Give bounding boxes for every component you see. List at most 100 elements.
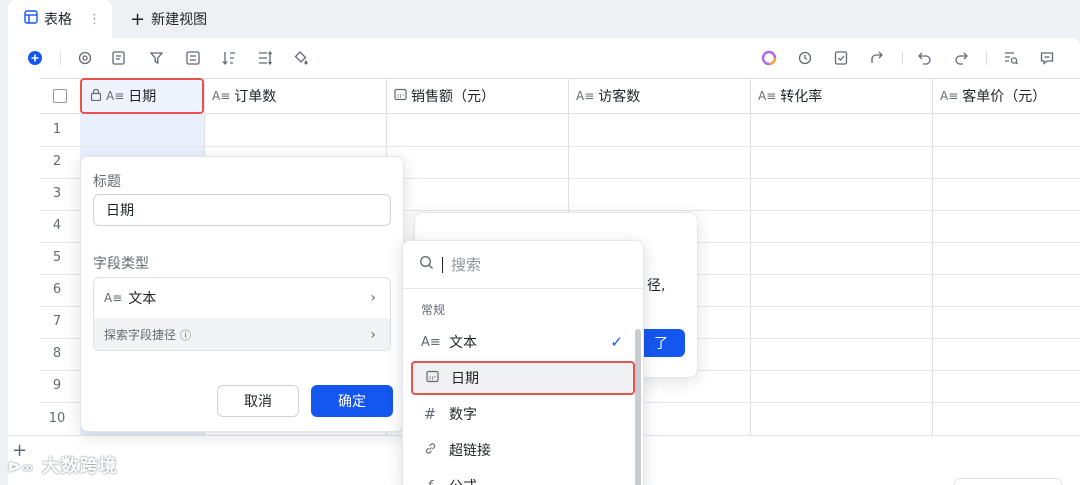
confirm-button[interactable]: 确定 — [311, 385, 393, 417]
column-divider — [932, 78, 933, 435]
field-shortcut-label: 探索字段捷径 — [104, 328, 177, 342]
toolbar-divider — [902, 51, 903, 65]
row-number: 10 — [48, 411, 66, 426]
text-type-icon: A≡ — [106, 89, 125, 103]
number-icon: # — [423, 405, 437, 423]
column-header-label: 客单价（元） — [962, 89, 1047, 105]
type-option-formula[interactable]: ƒ 公式 — [411, 469, 635, 485]
calendar-type-icon — [394, 88, 407, 104]
toolbar-divider — [60, 51, 61, 65]
select-all-checkbox[interactable] — [40, 78, 80, 114]
background-dialog-button[interactable]: 了 — [637, 329, 685, 357]
settings-icon[interactable] — [76, 49, 94, 67]
cancel-button[interactable]: 取消 — [217, 385, 299, 417]
field-type-label: 字段类型 — [93, 256, 149, 272]
new-view-button[interactable]: + 新建视图 — [130, 0, 207, 38]
row-height-icon[interactable] — [256, 49, 274, 67]
watermark-text: 大数跨境 — [41, 456, 118, 477]
group-icon[interactable] — [184, 49, 202, 67]
column-header-visitors[interactable]: A≡ 访客数 — [568, 78, 750, 114]
row-number: 5 — [52, 250, 62, 265]
column-header-label: 销售额（元） — [411, 89, 495, 105]
row-divider — [40, 146, 1080, 147]
checklist-icon[interactable] — [832, 49, 850, 67]
new-view-label: 新建视图 — [151, 12, 208, 28]
type-option-link[interactable]: 超链接 — [411, 433, 635, 467]
tab-more-icon[interactable]: ⋮ — [88, 12, 101, 27]
watermark: ᐅ∞ 大数跨境 — [8, 452, 118, 478]
view-tab-bar: 表格 ⋮ + 新建视图 — [0, 0, 1080, 38]
field-type-current[interactable]: A≡ 文本 › — [94, 278, 390, 318]
link-icon — [421, 442, 439, 459]
column-header-label: 订单数 — [234, 89, 277, 105]
formula-icon: ƒ — [421, 479, 439, 485]
search-icon[interactable] — [1002, 49, 1020, 67]
row-number: 6 — [52, 282, 62, 297]
option-label: 日期 — [451, 371, 479, 387]
toolbar-divider — [986, 51, 987, 65]
type-option-date[interactable]: 日期 — [411, 361, 635, 395]
column-header-avg-price[interactable]: A≡ 客单价（元） — [932, 78, 1080, 114]
text-type-icon: A≡ — [758, 89, 777, 103]
option-label: 数字 — [449, 407, 477, 423]
field-config-icon[interactable] — [110, 49, 128, 67]
column-header-sales[interactable]: 销售额（元） — [386, 78, 568, 114]
search-placeholder: 搜索 — [451, 256, 482, 274]
fill-color-icon[interactable] — [292, 49, 310, 67]
row-number: 4 — [52, 218, 62, 233]
field-title-input[interactable]: 日期 — [93, 194, 391, 226]
title-label: 标题 — [93, 174, 121, 190]
option-label: 超链接 — [449, 443, 491, 459]
check-icon: ✓ — [610, 333, 623, 351]
type-option-text[interactable]: A≡ 文本 ✓ — [411, 325, 635, 359]
column-header-label: 转化率 — [780, 89, 823, 105]
tab-label: 表格 — [44, 12, 72, 28]
column-divider — [750, 78, 751, 435]
search-icon — [419, 255, 434, 274]
add-record-icon[interactable] — [26, 49, 44, 67]
share-icon[interactable] — [868, 49, 886, 67]
tab-table[interactable]: 表格 ⋮ — [8, 0, 112, 38]
column-header-conversion[interactable]: A≡ 转化率 — [750, 78, 932, 114]
redo-icon[interactable] — [952, 49, 970, 67]
field-type-value: 文本 — [128, 291, 157, 307]
row-number: 8 — [52, 346, 62, 361]
column-header-date[interactable]: A≡ 日期 — [80, 78, 204, 114]
column-header-orders[interactable]: A≡ 订单数 — [204, 78, 386, 114]
info-icon: ⓘ — [180, 328, 192, 342]
type-option-number[interactable]: # 数字 — [411, 397, 635, 431]
column-header-label: 访客数 — [598, 89, 641, 105]
filter-icon[interactable] — [148, 49, 166, 67]
type-search-input[interactable]: 搜索 — [403, 241, 643, 289]
footer-control[interactable] — [953, 478, 1063, 485]
plus-icon: + — [130, 8, 146, 30]
text-type-icon: A≡ — [576, 89, 595, 103]
row-number: 1 — [52, 122, 62, 137]
toolbar — [8, 38, 1080, 78]
ai-icon[interactable] — [760, 49, 778, 67]
text-type-icon: A≡ — [104, 291, 123, 305]
text-type-icon: A≡ — [212, 89, 231, 103]
text-type-icon: A≡ — [940, 89, 959, 103]
option-label: 公式 — [449, 476, 477, 485]
row-number: 2 — [52, 154, 62, 169]
field-type-select: A≡ 文本 › 探索字段捷径 ⓘ › — [93, 277, 391, 351]
undo-icon[interactable] — [916, 49, 934, 67]
text-caret — [442, 256, 443, 273]
table-view: A≡ 日期 A≡ 订单数 销售额（元） A≡ 访客数 A≡ 转化率 A≡ 客单价… — [8, 38, 1080, 485]
dropdown-scrollbar[interactable] — [635, 329, 641, 485]
sort-icon[interactable] — [220, 49, 238, 67]
field-shortcut-row[interactable]: 探索字段捷径 ⓘ › — [94, 318, 390, 350]
comment-icon[interactable] — [1038, 49, 1056, 67]
chevron-right-icon: › — [370, 326, 376, 343]
group-label: 常规 — [421, 303, 446, 317]
text-icon: A≡ — [421, 334, 441, 350]
background-dialog-text: 径, — [647, 278, 666, 294]
watermark-logo-icon: ᐅ∞ — [8, 460, 35, 476]
chevron-right-icon: › — [370, 290, 376, 306]
option-label: 文本 — [449, 335, 477, 351]
automation-icon[interactable] — [796, 49, 814, 67]
column-header-label: 日期 — [128, 89, 157, 105]
table-icon — [24, 10, 38, 28]
field-edit-panel: 标题 日期 字段类型 A≡ 文本 › 探索字段捷径 ⓘ › 取消 确定 — [80, 156, 404, 432]
